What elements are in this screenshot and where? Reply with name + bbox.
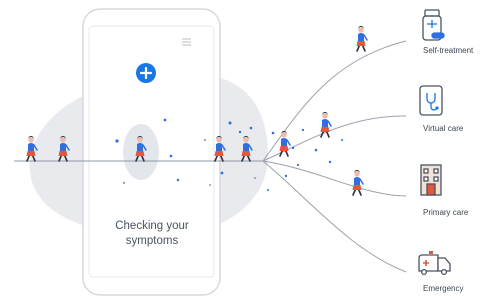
walking-person [356,25,368,52]
clinic-building-icon [420,164,442,196]
ambulance-icon [418,251,451,276]
stethoscope-tablet-icon [419,85,443,116]
journey-illustration [14,8,451,296]
label-emergency: Emergency [423,284,464,293]
label-self-treatment: Self-treatment [423,46,474,55]
medicine-bottle-icon [422,9,445,41]
phone-headline-line2: symptoms [125,235,179,247]
phone-headline-line1: Checking your [115,220,189,232]
phone-headline: Checking your symptoms [92,219,212,249]
plus-circle-icon[interactable] [136,63,156,83]
walking-person [320,111,332,138]
walking-person [352,169,364,196]
branch-path-emergency [262,160,407,273]
smartphone [82,8,221,296]
branch-path-primary-care [262,160,407,197]
label-primary-care: Primary care [423,208,469,217]
label-virtual-care: Virtual care [423,124,464,133]
walking-person [279,130,291,157]
branch-paths [262,40,407,273]
